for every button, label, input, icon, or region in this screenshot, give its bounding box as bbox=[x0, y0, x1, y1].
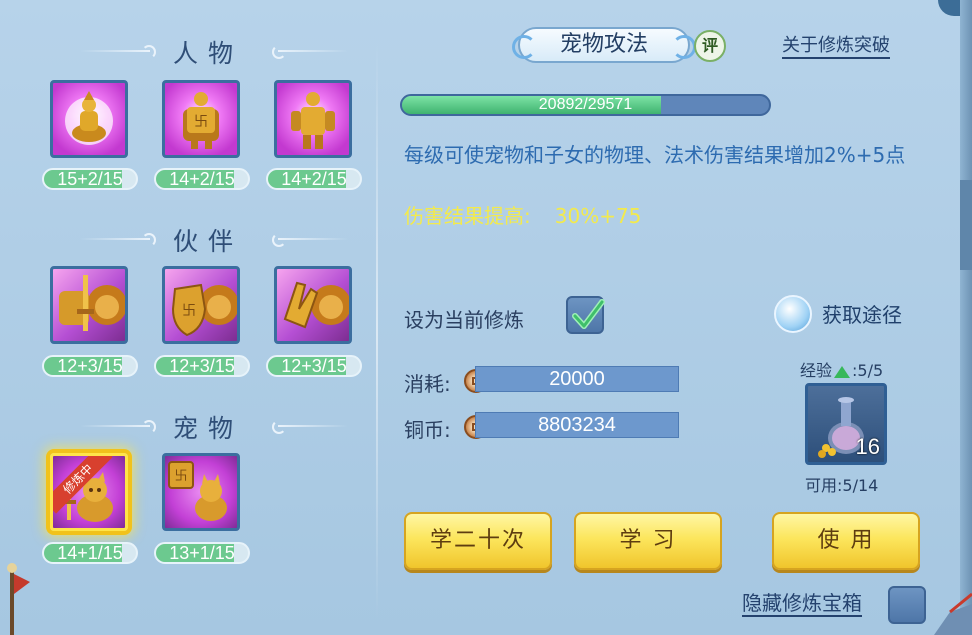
exp-bonus-label: 经验 :5/5 bbox=[800, 357, 883, 381]
pet-skill-1-level: 14+1/15 bbox=[42, 542, 138, 564]
pet-cat-shield-icon: 卐 bbox=[168, 461, 227, 521]
golden-armor-icon bbox=[291, 92, 335, 149]
rate-badge[interactable]: 评 bbox=[694, 30, 726, 62]
golden-buddha-icon bbox=[65, 91, 113, 145]
use-button[interactable]: 使 用 bbox=[772, 512, 920, 570]
title-swirl-right bbox=[278, 50, 348, 52]
partner-skill-3-level: 12+3/15 bbox=[266, 355, 362, 377]
available-label: 可用:5/14 bbox=[805, 476, 879, 495]
exp-item-slot[interactable]: 16 bbox=[805, 383, 887, 465]
cost-label: 消耗: bbox=[404, 372, 451, 396]
skill-title: 宠物攻法 bbox=[512, 27, 696, 63]
persona-skill-1[interactable] bbox=[50, 80, 128, 158]
partner-skill-1[interactable] bbox=[50, 266, 128, 344]
partner-skill-1-level: 12+3/15 bbox=[42, 355, 138, 377]
copper-value: 8803234 bbox=[475, 412, 679, 438]
partner-skill-3[interactable] bbox=[274, 266, 352, 344]
lion-sword-icon bbox=[59, 275, 125, 331]
pane-divider bbox=[376, 40, 378, 620]
lion-shield-icon: 卐 bbox=[171, 283, 237, 337]
pet-skill-2-level: 13+1/15 bbox=[154, 542, 250, 564]
partner-skill-2-level: 12+3/15 bbox=[154, 355, 250, 377]
section-title-pet: 宠物 bbox=[172, 414, 243, 443]
persona-skill-3-level: 14+2/15 bbox=[266, 168, 362, 190]
set-current-label: 设为当前修炼 bbox=[404, 308, 524, 332]
right-edge bbox=[960, 0, 972, 635]
svg-text:卐: 卐 bbox=[174, 468, 187, 483]
copper-label: 铜币: bbox=[404, 418, 451, 442]
effect-line: 伤害结果提高: 30%+75 bbox=[404, 200, 641, 229]
learn-button[interactable]: 学 习 bbox=[574, 512, 722, 570]
golden-armor-shield-icon: 卐 bbox=[183, 92, 219, 149]
hide-chest-checkbox[interactable] bbox=[888, 586, 926, 624]
exp-prefix: 经验 bbox=[800, 361, 833, 380]
exp-progress-text: 20892/29571 bbox=[538, 96, 633, 113]
about-breakthrough-link[interactable]: 关于修炼突破 bbox=[782, 35, 890, 59]
lion-gauntlet-icon bbox=[283, 281, 349, 329]
pet-skill-2[interactable]: 卐 bbox=[162, 453, 240, 531]
title-swirl-left bbox=[80, 45, 156, 59]
section-title-partner: 伙伴 bbox=[172, 227, 243, 256]
title-swirl-right bbox=[278, 425, 348, 427]
checkmark-icon bbox=[572, 299, 605, 329]
banner-ornament bbox=[7, 563, 30, 635]
title-swirl-left bbox=[80, 420, 156, 434]
title-swirl-left bbox=[80, 233, 156, 247]
pet-skill-1[interactable]: 修炼中 bbox=[50, 453, 128, 531]
partner-skill-2[interactable]: 卐 bbox=[162, 266, 240, 344]
skill-description: 每级可使宠物和子女的物理、法术伤害结果增加2%+5点 bbox=[404, 143, 906, 167]
obtain-source-label: 获取途径 bbox=[822, 303, 902, 327]
skill-list-pane: 人物 卐 15+2/15 14+2/15 14+2/15 伙伴 卐 12+3/1… bbox=[0, 0, 375, 635]
hide-chest-label[interactable]: 隐藏修炼宝箱 bbox=[742, 591, 862, 617]
book-icon bbox=[774, 295, 812, 333]
persona-skill-3[interactable] bbox=[274, 80, 352, 158]
corner-ornament bbox=[934, 592, 972, 635]
cost-value: 20000 bbox=[475, 366, 679, 392]
section-title-persona: 人物 bbox=[172, 39, 243, 68]
exp-value: :5/5 bbox=[852, 361, 884, 380]
arrow-up-icon bbox=[834, 365, 851, 378]
item-count: 16 bbox=[855, 434, 880, 459]
exp-progress-bar: 20892/29571 bbox=[400, 94, 771, 116]
svg-text:卐: 卐 bbox=[182, 302, 196, 318]
persona-skill-2[interactable]: 卐 bbox=[162, 80, 240, 158]
svg-text:卐: 卐 bbox=[194, 113, 208, 129]
persona-skill-1-level: 15+2/15 bbox=[42, 168, 138, 190]
set-current-checkbox[interactable] bbox=[566, 296, 605, 334]
cultivation-panel: 人物 卐 15+2/15 14+2/15 14+2/15 伙伴 卐 12+3/1… bbox=[0, 0, 972, 635]
effect-label: 伤害结果提高: bbox=[404, 204, 531, 228]
title-swirl-right bbox=[278, 238, 348, 240]
effect-value: 30%+75 bbox=[554, 204, 642, 228]
persona-skill-2-level: 14+2/15 bbox=[154, 168, 250, 190]
learn-twenty-button[interactable]: 学二十次 bbox=[404, 512, 552, 570]
